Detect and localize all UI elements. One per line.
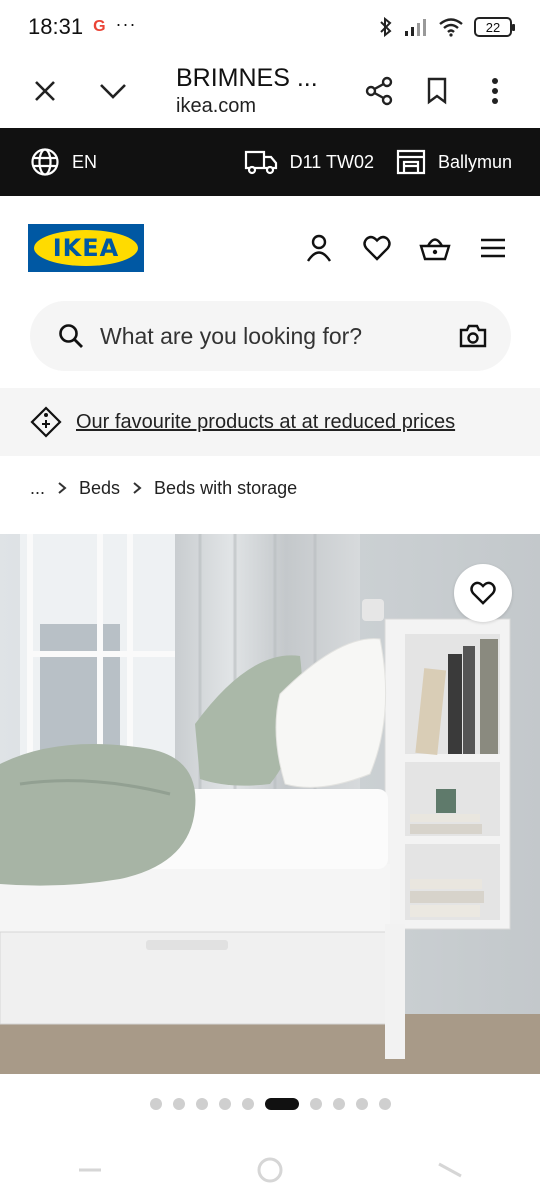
postcode-label: D11 TW02	[289, 151, 374, 172]
breadcrumb-item-beds[interactable]: Beds	[79, 478, 120, 499]
site-header: IKEA	[0, 196, 540, 300]
heart-icon	[470, 581, 496, 605]
chevron-right-icon	[133, 482, 142, 494]
carousel-dot[interactable]	[309, 1098, 322, 1110]
hamburger-menu-icon	[481, 238, 505, 258]
search-input[interactable]: What are you looking for?	[100, 323, 459, 350]
carousel-dot[interactable]	[241, 1098, 254, 1110]
delivery-postcode[interactable]: D11 TW02	[244, 148, 374, 176]
ikea-logo[interactable]: IKEA	[28, 224, 144, 272]
close-tab-button[interactable]	[22, 68, 68, 114]
close-icon	[35, 81, 55, 101]
product-image[interactable]	[0, 534, 540, 1074]
top-info-strip: EN D11 TW02 Ballymun	[0, 128, 540, 196]
carousel-dot[interactable]	[218, 1098, 231, 1110]
promo-banner: Our favourite products at at reduced pri…	[0, 388, 540, 456]
language-label: EN	[72, 151, 98, 172]
carousel-dot[interactable]	[355, 1098, 368, 1110]
account-button[interactable]	[300, 229, 338, 267]
breadcrumb: ... Beds Beds with storage	[30, 474, 297, 502]
home-icon[interactable]	[256, 1156, 284, 1184]
bookmark-button[interactable]	[414, 68, 460, 114]
browser-toolbar: BRIMNES ... ikea.com	[0, 54, 540, 128]
google-icon: G	[93, 18, 106, 35]
language-selector[interactable]: EN	[30, 147, 97, 177]
share-icon	[365, 76, 393, 106]
chevron-down-icon	[100, 84, 126, 99]
carousel-dot[interactable]	[378, 1098, 391, 1110]
delivery-truck-icon	[244, 150, 277, 175]
carousel-dot-active[interactable]	[264, 1098, 299, 1110]
page-title: BRIMNES ...	[176, 64, 318, 92]
share-button[interactable]	[356, 68, 402, 114]
minimize-button[interactable]	[90, 68, 136, 114]
signal-icon	[405, 19, 426, 36]
chevron-right-icon	[58, 482, 67, 494]
search-icon	[59, 324, 83, 348]
store-label: Ballymun	[437, 151, 512, 172]
search-bar[interactable]: What are you looking for?	[30, 301, 511, 371]
breadcrumb-ellipsis[interactable]: ...	[30, 478, 45, 499]
camera-search-icon[interactable]	[459, 324, 487, 348]
battery-icon: 22	[474, 17, 515, 37]
back-icon[interactable]	[437, 1160, 463, 1180]
page-domain: ikea.com	[176, 95, 257, 117]
carousel-dot[interactable]	[332, 1098, 345, 1110]
carousel-dot[interactable]	[195, 1098, 208, 1110]
carousel-dot[interactable]	[149, 1098, 162, 1110]
system-nav-bar	[0, 1140, 540, 1200]
carousel-dot[interactable]	[172, 1098, 185, 1110]
store-selector[interactable]: Ballymun	[396, 149, 512, 175]
recent-apps-icon[interactable]	[77, 1165, 103, 1175]
basket-icon	[419, 238, 451, 261]
store-icon	[396, 149, 426, 175]
more-options-button[interactable]	[472, 68, 518, 114]
add-to-wishlist-button[interactable]	[454, 564, 512, 622]
promo-link[interactable]: Our favourite products at at reduced pri…	[76, 411, 455, 434]
bed-photo	[0, 534, 540, 1074]
page-title-block[interactable]: BRIMNES ... ikea.com	[176, 63, 356, 119]
breadcrumb-item-beds-with-storage[interactable]: Beds with storage	[154, 478, 297, 499]
price-tag-icon	[30, 406, 62, 438]
more-vertical-icon	[492, 78, 498, 104]
user-icon	[306, 234, 332, 262]
more-notifications-icon: ···	[115, 13, 137, 34]
bluetooth-icon	[380, 16, 392, 38]
wishlist-button[interactable]	[358, 229, 396, 267]
bookmark-icon	[427, 77, 447, 105]
heart-icon	[363, 235, 391, 261]
wifi-icon	[439, 18, 463, 37]
globe-icon	[31, 148, 59, 176]
status-bar: 18:31 G ··· 22	[0, 0, 540, 54]
carousel-indicator[interactable]	[0, 1096, 540, 1112]
basket-button[interactable]	[416, 229, 454, 267]
menu-button[interactable]	[474, 229, 512, 267]
status-time: 18:31	[28, 14, 84, 39]
